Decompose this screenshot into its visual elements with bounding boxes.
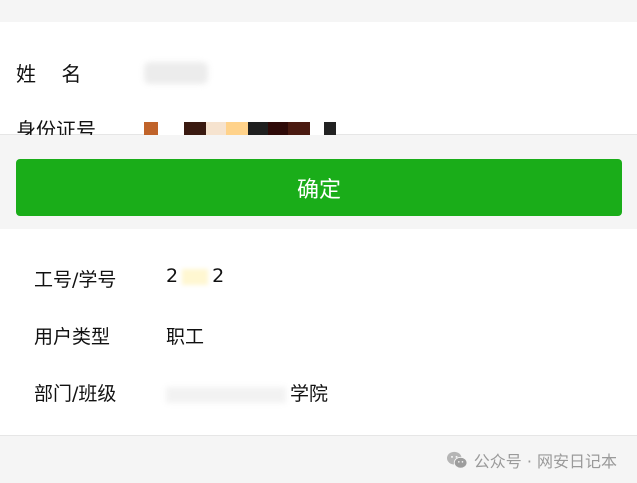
- user-type-label: 用户类型: [34, 326, 111, 348]
- department-value: 学院: [166, 379, 328, 406]
- user-info-card: 工号/学号 22 用户类型 职工 部门/班级 学院: [0, 229, 637, 436]
- watermark-text: 公众号 · 网安日记本: [473, 452, 617, 471]
- redaction-block: [268, 122, 288, 136]
- redaction-block: [248, 122, 268, 136]
- wechat-icon: [446, 451, 468, 469]
- redaction-block: [158, 122, 184, 136]
- name-value-redacted: [144, 58, 208, 89]
- staff-id-prefix: 2: [166, 265, 179, 287]
- redaction-block: [184, 122, 206, 136]
- name-label: 姓 名: [16, 62, 82, 86]
- department-label: 部门/班级: [34, 383, 117, 405]
- redaction-block: [166, 386, 286, 403]
- redaction-block: [144, 62, 208, 84]
- redaction-block: [182, 268, 209, 285]
- redaction-block: [226, 122, 248, 136]
- staff-id-label: 工号/学号: [34, 269, 117, 291]
- identity-form: 姓 名 身份证号: [0, 22, 637, 142]
- redaction-block: [310, 122, 324, 136]
- redaction-block: [206, 122, 226, 136]
- staff-id-value: 22: [166, 265, 224, 287]
- user-type-value: 职工: [166, 326, 205, 348]
- department-suffix: 学院: [290, 383, 329, 405]
- redaction-block: [288, 122, 310, 136]
- redaction-block: [324, 122, 336, 136]
- staff-id-suffix: 2: [212, 265, 225, 287]
- id-number-value-redacted: [144, 114, 336, 136]
- redaction-strip: [144, 122, 336, 136]
- footer: 公众号 · 网安日记本: [0, 436, 637, 483]
- watermark: 公众号 · 网安日记本: [446, 448, 617, 472]
- redaction-block: [144, 122, 158, 136]
- button-area: 确定: [0, 135, 637, 229]
- confirm-button[interactable]: 确定: [16, 159, 622, 216]
